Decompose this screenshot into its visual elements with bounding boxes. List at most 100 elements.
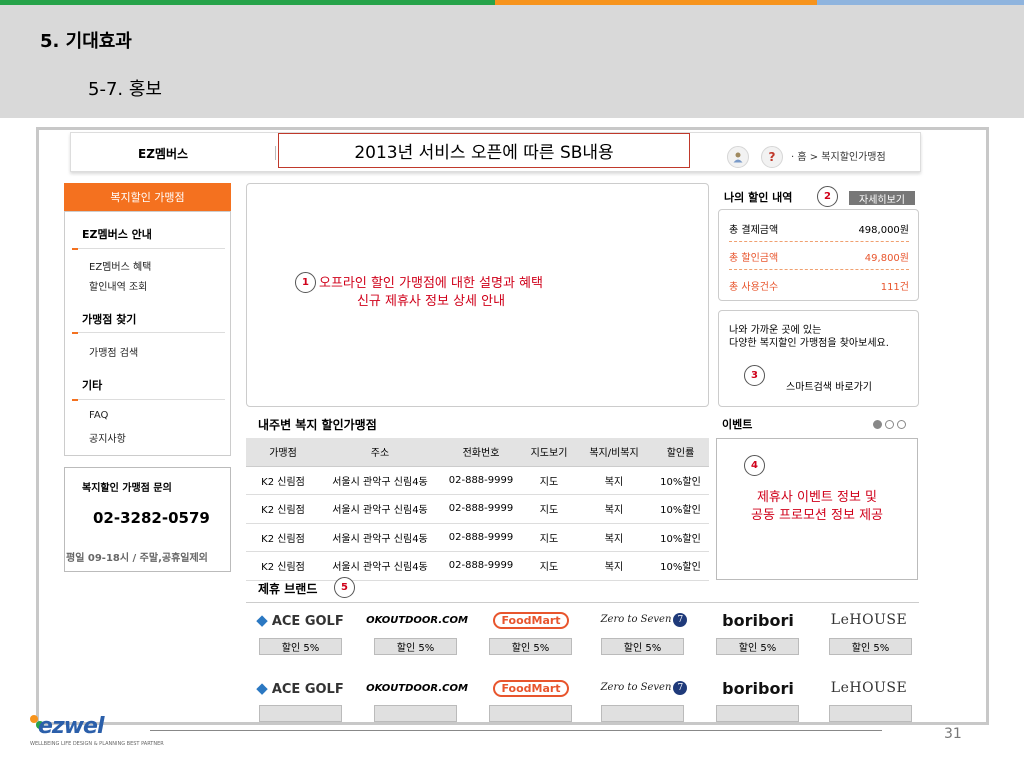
sidebar-group-etc[interactable]: 기타 [82, 377, 102, 393]
discount-button[interactable]: 할인 5% [716, 638, 799, 655]
foodmart-logo: FoodMart [493, 679, 569, 697]
discount-button[interactable] [829, 705, 912, 722]
cell-map-link[interactable]: 지도 [522, 523, 576, 552]
table-row[interactable]: K2 신림점 서울시 관악구 신림4동 02-888-9999 지도 복지 10… [246, 523, 709, 552]
brand-logo-acegolf[interactable]: ◆ ACE GOLF [245, 677, 355, 699]
table-row[interactable]: K2 신림점 서울시 관악구 신림4동 02-888-9999 지도 복지 10… [246, 551, 709, 581]
sidebar-tick [72, 248, 78, 250]
pager-dot-active[interactable] [873, 420, 882, 429]
ezwel-logo: ezwel WELLBEING LIFE DESIGN & PLANNING B… [28, 712, 164, 750]
cell-store: K2 신림점 [246, 466, 320, 495]
brand-logo-okoutdoor[interactable]: OKOUTDOOR.COM [362, 609, 472, 631]
boribori-logo: boribori [722, 610, 794, 630]
zerotoseven-mark-icon: 7 [673, 613, 688, 627]
cell-store: K2 신림점 [246, 494, 320, 524]
cell-phone: 02-888-9999 [440, 466, 522, 495]
brand-logo-lehouse[interactable]: LeHOUSE [814, 677, 924, 699]
nearby-search-line1: 나와 가까운 곳에 있는 [729, 325, 822, 336]
row-value: 49,800원 [864, 253, 909, 264]
sidebar-divider [72, 248, 225, 249]
cell-map-link[interactable]: 지도 [522, 551, 576, 581]
brand-logo-boribori[interactable]: boribori [703, 609, 813, 631]
event-pager[interactable] [873, 420, 906, 429]
discount-button[interactable]: 할인 5% [259, 638, 342, 655]
brand-logo-foodmart[interactable]: FoodMart [476, 609, 586, 631]
brand-name[interactable]: EZ멤버스 [138, 145, 188, 162]
table-row[interactable]: K2 신림점 서울시 관악구 신림4동 02-888-9999 지도 복지 10… [246, 494, 709, 524]
row-divider [729, 241, 909, 242]
footer-rule [150, 730, 882, 731]
brand-logo-zerotoseven[interactable]: Zero to Seven 7 [589, 609, 699, 631]
acegolf-logo: ◆ ACE GOLF [256, 611, 343, 629]
user-icon[interactable] [727, 146, 749, 168]
cell-store: K2 신림점 [246, 523, 320, 552]
discount-button[interactable]: 할인 5% [489, 638, 572, 655]
brand-logo-boribori[interactable]: boribori [703, 677, 813, 699]
acegolf-mark-icon: ◆ [256, 679, 268, 697]
nearby-search-text: 나와 가까운 곳에 있는 다양한 복지할인 가맹점을 찾아보세요. [729, 324, 889, 350]
discount-button[interactable] [601, 705, 684, 722]
zerotoseven-logo: Zero to Seven 7 [601, 681, 688, 695]
cell-map-link[interactable]: 지도 [522, 494, 576, 524]
table-row[interactable]: K2 신림점 서울시 관악구 신림4동 02-888-9999 지도 복지 10… [246, 466, 709, 495]
sidebar-divider [72, 332, 225, 333]
discount-button[interactable] [716, 705, 799, 722]
sidebar-item-history[interactable]: 할인내역 조회 [89, 278, 147, 293]
discount-button[interactable] [259, 705, 342, 722]
lehouse-logo: LeHOUSE [830, 612, 908, 628]
cell-map-link[interactable]: 지도 [522, 466, 576, 495]
slide-header [0, 5, 1024, 118]
ezwel-tagline: WELLBEING LIFE DESIGN & PLANNING BEST PA… [30, 741, 164, 747]
nearby-table-title: 내주변 복지 할인가맹점 [258, 418, 377, 432]
brand-logo-acegolf[interactable]: ◆ ACE GOLF [245, 609, 355, 631]
sb-label: 2013년 서비스 오픈에 따른 SB내용 [278, 133, 690, 168]
acegolf-logo: ◆ ACE GOLF [256, 679, 343, 697]
lehouse-logo: LeHOUSE [830, 680, 908, 696]
col-header: 지도보기 [522, 438, 576, 467]
sidebar-divider [72, 399, 225, 400]
cell-address: 서울시 관악구 신림4동 [320, 494, 440, 524]
smart-search-link[interactable]: 스마트검색 바로가기 [786, 378, 872, 393]
sidebar-item-faq[interactable]: FAQ [89, 410, 108, 421]
nearby-search-line2: 다양한 복지할인 가맹점을 찾아보세요. [729, 338, 889, 349]
cell-welfare: 복지 [576, 523, 652, 552]
brand-logo-foodmart[interactable]: FoodMart [476, 677, 586, 699]
pager-dot[interactable] [885, 420, 894, 429]
col-header: 복지/비복지 [576, 438, 652, 467]
row-label: 총 결제금액 [729, 225, 779, 236]
cell-discount: 10%할인 [652, 494, 709, 524]
sidebar-group-ezmembers[interactable]: EZ멤버스 안내 [82, 226, 152, 242]
pager-dot[interactable] [897, 420, 906, 429]
callout-badge-5: 5 [334, 577, 355, 598]
sidebar-item-notice[interactable]: 공지사항 [89, 430, 126, 445]
help-icon[interactable]: ? [761, 146, 783, 168]
foodmart-logo: FoodMart [493, 611, 569, 629]
discount-button[interactable] [489, 705, 572, 722]
my-discount-row-saved: 총 할인금액 49,800원 [729, 249, 909, 264]
callout-badge-3: 3 [744, 365, 765, 386]
my-discount-row-total: 총 결제금액 498,000원 [729, 221, 909, 236]
brands-title: 제휴 브랜드 [258, 582, 318, 596]
sidebar-tick [72, 399, 78, 401]
sidebar-item-benefits[interactable]: EZ멤버스 혜택 [89, 258, 151, 273]
callout-badge-2: 2 [817, 186, 838, 207]
cell-welfare: 복지 [576, 466, 652, 495]
user-icon-glyph [733, 152, 743, 163]
sidebar-header[interactable]: 복지할인 가맹점 [64, 183, 231, 211]
sidebar-item-search[interactable]: 가맹점 검색 [89, 344, 138, 359]
more-button[interactable]: 자세히보기 [849, 191, 915, 206]
cell-address: 서울시 관악구 신림4동 [320, 551, 440, 581]
sidebar-group-find[interactable]: 가맹점 찾기 [82, 311, 136, 327]
callout-badge-4: 4 [744, 455, 765, 476]
discount-button[interactable] [374, 705, 457, 722]
event-text: 제휴사 이벤트 정보 및 공동 프로모션 정보 제공 [716, 489, 918, 525]
zerotoseven-logo: Zero to Seven 7 [601, 613, 688, 627]
brand-logo-okoutdoor[interactable]: OKOUTDOOR.COM [362, 677, 472, 699]
nearby-table: 가맹점 주소 전화번호 지도보기 복지/비복지 할인률 K2 신림점 서울시 관… [246, 438, 709, 581]
discount-button[interactable]: 할인 5% [829, 638, 912, 655]
brand-logo-zerotoseven[interactable]: Zero to Seven 7 [589, 677, 699, 699]
discount-button[interactable]: 할인 5% [601, 638, 684, 655]
discount-button[interactable]: 할인 5% [374, 638, 457, 655]
cell-welfare: 복지 [576, 494, 652, 524]
brand-logo-lehouse[interactable]: LeHOUSE [814, 609, 924, 631]
